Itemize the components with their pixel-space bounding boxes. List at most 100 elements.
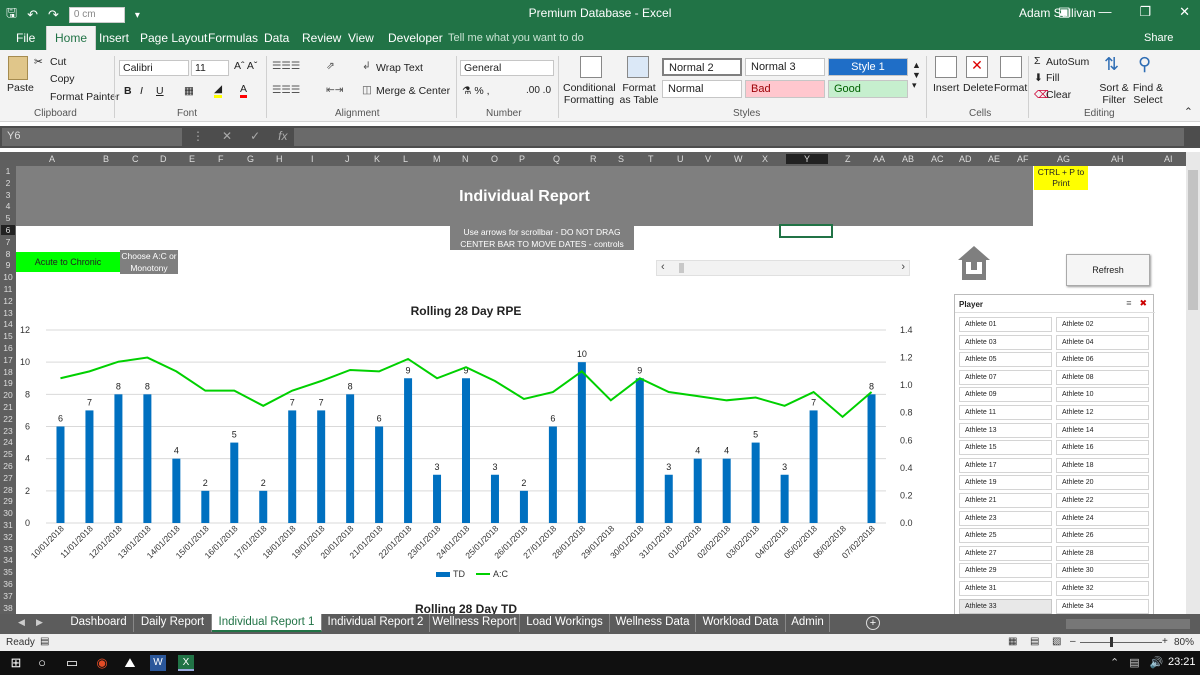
tray-chevron-icon[interactable]: ⌃	[1110, 656, 1119, 669]
row-header[interactable]: 12	[1, 296, 15, 306]
underline-button[interactable]: U	[156, 85, 164, 97]
slicer-item[interactable]: Athlete 27	[959, 545, 1052, 561]
format-cells-button[interactable]: Format	[994, 82, 1027, 94]
slicer-item[interactable]: Athlete 34	[1056, 598, 1149, 614]
add-sheet-icon[interactable]: +	[866, 616, 880, 630]
sheet-tab[interactable]: Admin	[786, 614, 830, 632]
next-sheet-icon[interactable]: ▶	[36, 617, 43, 628]
slicer-item[interactable]: Athlete 13	[959, 422, 1052, 438]
format-painter-button[interactable]: Format Painter	[50, 91, 119, 103]
row-header[interactable]: 11	[1, 284, 15, 294]
formula-input[interactable]	[294, 128, 1184, 146]
slicer-item[interactable]: Athlete 14	[1056, 422, 1149, 438]
row-header[interactable]: 23	[1, 426, 15, 436]
number-format-select[interactable]: General	[460, 60, 554, 76]
row-header[interactable]: 16	[1, 343, 15, 353]
row-header[interactable]: 13	[1, 308, 15, 318]
find-select-button[interactable]: Find & Select	[1130, 82, 1166, 106]
search-icon[interactable]: ○	[34, 655, 50, 671]
slicer-item[interactable]: Athlete 25	[959, 528, 1052, 544]
bold-button[interactable]: B	[124, 85, 132, 97]
row-header[interactable]: 31	[1, 520, 15, 530]
player-slicer[interactable]: Player ≡ ✖ Athlete 01 Athlete 02 Athlete 0…	[954, 294, 1155, 614]
slicer-item[interactable]: Athlete 09	[959, 387, 1052, 403]
slicer-item[interactable]: Athlete 33	[959, 598, 1052, 614]
slicer-item[interactable]: Athlete 10	[1056, 387, 1149, 403]
zoom-slider[interactable]	[1080, 642, 1162, 643]
column-header[interactable]: A	[49, 154, 55, 164]
word-icon[interactable]: W	[150, 655, 166, 671]
photos-icon[interactable]: ⛰	[122, 655, 138, 671]
style-normal-2[interactable]: Normal 2	[662, 58, 742, 76]
insert-cells-button[interactable]: Insert	[933, 82, 959, 94]
vertical-scrollbar[interactable]	[1186, 152, 1200, 614]
sheet-tab[interactable]: Individual Report 1	[212, 614, 322, 632]
style-good[interactable]: Good	[828, 80, 908, 98]
clear-filter-icon[interactable]: ✖	[1139, 298, 1147, 309]
page-break-view-icon[interactable]: ▧	[1052, 636, 1061, 647]
style-bad[interactable]: Bad	[745, 80, 825, 98]
normal-view-icon[interactable]: ▦	[1008, 636, 1017, 647]
excel-icon[interactable]: X	[178, 655, 194, 671]
rolling-rpe-chart[interactable]: Rolling 28 Day RPE 0 2 4 6 8 10 12 0.0 0.2 0.4 0.6…	[16, 300, 916, 610]
windows-start-icon[interactable]: ⊞	[8, 655, 24, 671]
slicer-item[interactable]: Athlete 22	[1056, 493, 1149, 508]
column-header[interactable]: AC	[931, 154, 944, 164]
row-header[interactable]: 26	[1, 461, 15, 471]
column-header[interactable]: Z	[845, 154, 851, 164]
tab-formulas[interactable]: Formulas	[208, 31, 258, 45]
tab-page-layout[interactable]: Page Layout	[140, 31, 207, 45]
slicer-item[interactable]: Athlete 04	[1056, 334, 1149, 350]
row-header[interactable]: 29	[1, 496, 15, 506]
conditional-formatting-icon[interactable]	[580, 56, 602, 78]
row-header[interactable]: 24	[1, 437, 15, 447]
autosum-button[interactable]: AutoSum	[1046, 56, 1089, 68]
column-header[interactable]: G	[247, 154, 254, 164]
grow-font-icon[interactable]: Aˆ Aˇ	[234, 60, 257, 72]
slicer-item[interactable]: Athlete 30	[1056, 563, 1149, 579]
indent-icon[interactable]: ⇤⇥	[326, 84, 344, 96]
volume-icon[interactable]: 🔊	[1150, 656, 1164, 669]
row-header[interactable]: 3	[1, 190, 15, 200]
slicer-item[interactable]: Athlete 08	[1056, 369, 1149, 385]
slicer-item[interactable]: Athlete 03	[959, 334, 1052, 350]
sheet-tab[interactable]: Dashboard	[64, 614, 134, 632]
cut-icon[interactable]: ✂	[34, 56, 43, 68]
slicer-item[interactable]: Athlete 01	[959, 317, 1052, 332]
row-header[interactable]: 28	[1, 485, 15, 495]
zoom-level[interactable]: 80%	[1174, 637, 1194, 648]
date-scrollbar-thumb[interactable]	[679, 263, 684, 273]
zoom-out-icon[interactable]: –	[1070, 636, 1076, 647]
tab-view[interactable]: View	[348, 31, 374, 45]
column-header[interactable]: L	[403, 154, 408, 164]
column-header[interactable]: O	[491, 154, 498, 164]
delete-cells-button[interactable]: Delete	[963, 82, 993, 94]
slicer-item[interactable]: Athlete 05	[959, 352, 1052, 368]
column-header[interactable]: K	[374, 154, 380, 164]
row-header[interactable]: 21	[1, 402, 15, 412]
taskbar-clock[interactable]: 23:21	[1168, 656, 1196, 668]
style-normal-3[interactable]: Normal 3	[745, 58, 825, 76]
column-header[interactable]: B	[103, 154, 109, 164]
worksheet[interactable]: Individual Report CTRL + P to Print Use …	[16, 166, 1186, 614]
align-left-icon[interactable]: ☰☰☰	[272, 84, 300, 96]
scroll-right-arrow-icon[interactable]: ›	[901, 261, 905, 273]
share-button[interactable]: Share	[1144, 32, 1173, 44]
row-header[interactable]: 18	[1, 367, 15, 377]
scroll-left-arrow-icon[interactable]: ‹	[661, 261, 665, 273]
paste-icon[interactable]	[8, 56, 28, 80]
column-header[interactable]: T	[648, 154, 654, 164]
slicer-item[interactable]: Athlete 24	[1056, 510, 1149, 526]
macro-record-icon[interactable]: ▤	[40, 636, 49, 647]
font-size-select[interactable]: 11	[191, 60, 229, 76]
row-header[interactable]: 27	[1, 473, 15, 483]
slicer-item[interactable]: Athlete 16	[1056, 440, 1149, 456]
column-header[interactable]: AH	[1111, 154, 1124, 164]
row-header[interactable]: 2	[1, 178, 15, 188]
row-header[interactable]: 22	[1, 414, 15, 424]
column-header[interactable]: I	[311, 154, 314, 164]
sheet-tab[interactable]: Workload Data	[696, 614, 786, 632]
row-header[interactable]: 17	[1, 355, 15, 365]
format-as-table-button[interactable]: Format as Table	[617, 82, 661, 106]
cut-button[interactable]: Cut	[50, 56, 66, 68]
